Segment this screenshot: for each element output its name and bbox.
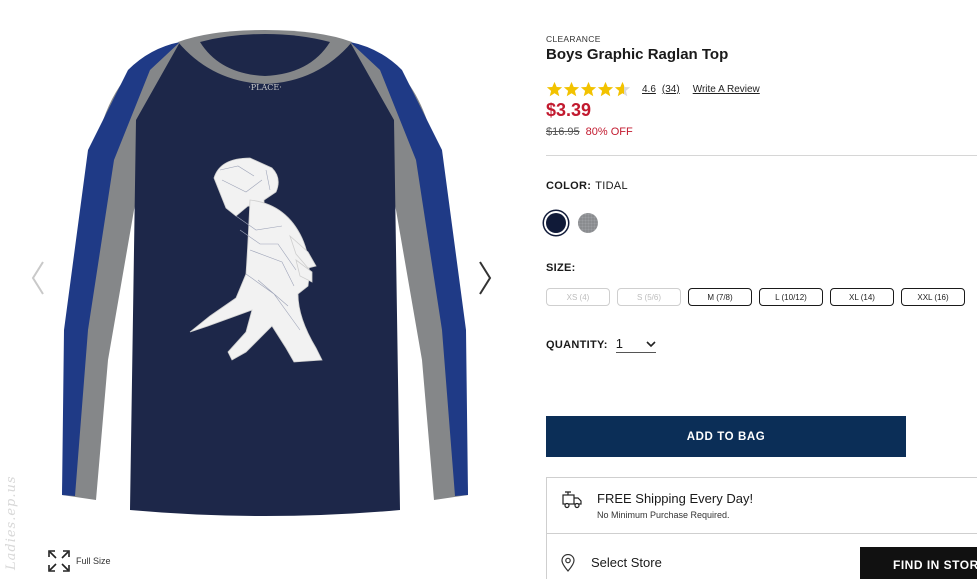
original-price: $16.95 [546, 126, 580, 138]
clearance-eyebrow: CLEARANCE [546, 34, 601, 44]
product-gallery: ·PLACE· Ladies.ep.us Full Size [0, 0, 530, 579]
color-label: COLOR: [546, 180, 592, 192]
watermark: Ladies.ep.us [4, 475, 19, 570]
sale-price: $3.39 [546, 100, 592, 120]
size-l-button[interactable]: L (10/12) [759, 288, 823, 306]
size-s-button[interactable]: S (5/6) [617, 288, 681, 306]
svg-text:·PLACE·: ·PLACE· [248, 83, 282, 92]
quantity-row: QUANTITY: 1 [546, 336, 656, 353]
star-rating [546, 81, 631, 98]
full-size-label: Full Size [76, 556, 111, 566]
product-info-panel: CLEARANCE Boys Graphic Raglan Top 4.6 (3… [546, 0, 977, 579]
previous-image-arrow-icon[interactable] [28, 256, 50, 300]
review-count-link[interactable]: (34) [662, 84, 680, 95]
shipping-title: FREE Shipping Every Day! [597, 491, 754, 506]
color-row: COLOR: TIDAL [546, 180, 628, 192]
star-icon [580, 81, 597, 96]
quantity-label: QUANTITY: [546, 338, 608, 351]
color-value: TIDAL [595, 180, 628, 192]
star-icon [597, 81, 614, 96]
product-image[interactable]: ·PLACE· [50, 30, 480, 530]
star-icon [546, 81, 563, 96]
shipping-subtitle: No Minimum Purchase Required. [597, 510, 730, 520]
write-review-link[interactable]: Write A Review [693, 84, 760, 95]
divider [546, 155, 977, 156]
size-label: SIZE: [546, 262, 576, 274]
rating-row: 4.6 (34) Write A Review [546, 80, 760, 98]
color-swatches [546, 213, 598, 233]
add-to-bag-button[interactable]: ADD TO BAG [546, 416, 906, 457]
size-xl-button[interactable]: XL (14) [830, 288, 894, 306]
size-m-button[interactable]: M (7/8) [688, 288, 752, 306]
swatch-tidal[interactable] [546, 213, 566, 233]
product-title: Boys Graphic Raglan Top [546, 46, 729, 63]
store-selector: Select Store FIND IN STORE [546, 533, 977, 579]
quantity-select[interactable]: 1 [615, 336, 656, 353]
quantity-value: 1 [615, 336, 624, 351]
price-row: $16.95 80% OFF [546, 126, 633, 138]
size-xs-button[interactable]: XS (4) [546, 288, 610, 306]
location-pin-icon [561, 554, 575, 572]
next-image-arrow-icon[interactable] [473, 256, 495, 300]
size-xxl-button[interactable]: XXL (16) [901, 288, 965, 306]
expand-icon [48, 550, 70, 572]
select-store-link[interactable]: Select Store [591, 555, 662, 570]
size-options: XS (4) S (5/6) M (7/8) L (10/12) XL (14)… [546, 288, 965, 306]
chevron-down-icon [646, 340, 656, 347]
discount-badge: 80% OFF [585, 126, 633, 138]
shipping-info: FREE Shipping Every Day! No Minimum Purc… [546, 477, 977, 534]
star-icon [563, 81, 580, 96]
full-size-button[interactable]: Full Size [48, 550, 111, 572]
find-in-store-button[interactable]: FIND IN STORE [860, 547, 977, 579]
swatch-heather-gray[interactable] [578, 213, 598, 233]
rating-value-link[interactable]: 4.6 [642, 84, 656, 95]
truck-icon [562, 491, 582, 509]
partial-star-icon [614, 81, 631, 96]
